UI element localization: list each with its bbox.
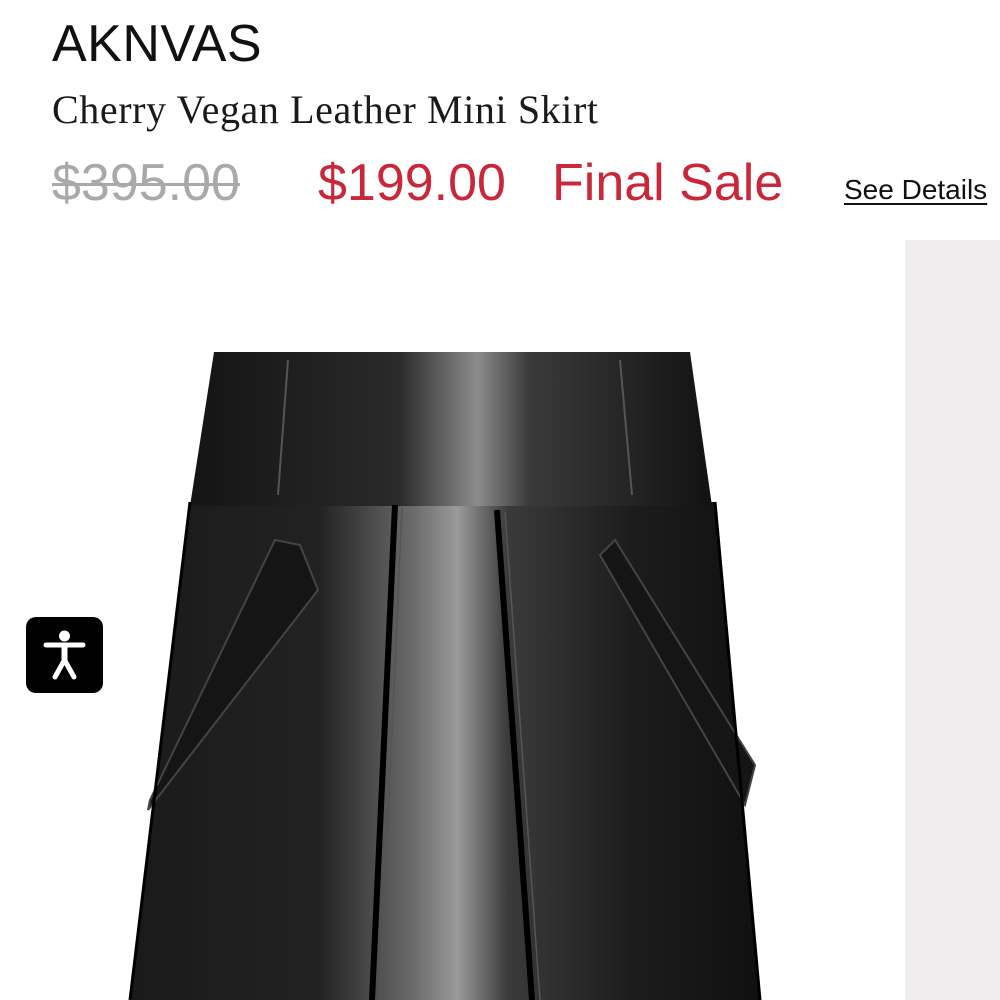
see-details-link[interactable]: See Details (844, 172, 987, 208)
original-price: $395.00 (52, 154, 240, 212)
next-image-peek[interactable] (905, 240, 1000, 1000)
accessibility-button[interactable] (26, 617, 103, 693)
final-sale-label: Final Sale (552, 154, 784, 212)
product-gallery (0, 240, 1000, 1000)
accessibility-person-icon (43, 630, 86, 680)
skirt-photo (128, 352, 762, 1000)
product-image[interactable] (0, 240, 905, 1000)
brand-name[interactable]: AKNVAS (52, 14, 262, 74)
price-row: $395.00 $199.00 Final Sale See Details (52, 150, 1000, 220)
product-title: Cherry Vegan Leather Mini Skirt (52, 87, 599, 132)
sale-price: $199.00 (318, 154, 506, 212)
